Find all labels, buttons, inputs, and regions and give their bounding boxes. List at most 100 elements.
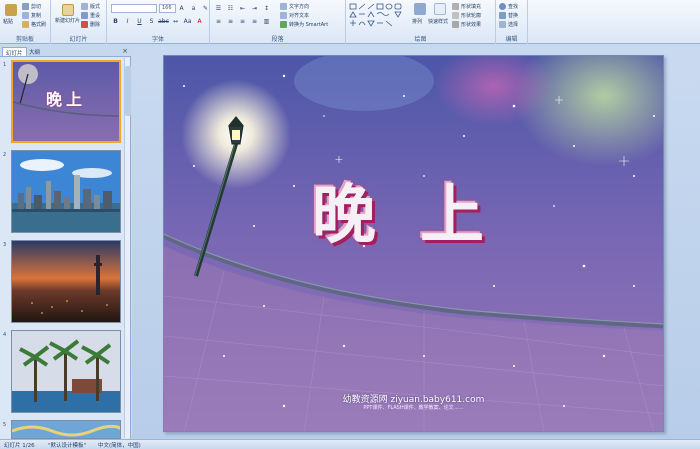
fill-icon — [452, 3, 459, 10]
thumb-number: 5 — [3, 422, 7, 428]
shape-fill-button[interactable]: 形状填充 — [452, 3, 481, 10]
clipboard-group: 粘贴 剪切 复制 格式刷 剪贴板 — [0, 0, 51, 44]
drawing-group-label: 绘图 — [414, 36, 427, 43]
status-bar: 幻灯片 1/26 "默认设计模板" 中文(简体，中国) — [0, 439, 700, 449]
cut-button[interactable]: 剪切 — [22, 3, 41, 10]
new-slide-button[interactable]: 新建幻灯片 — [55, 18, 81, 24]
shadow-icon[interactable]: S — [147, 17, 156, 26]
columns-icon[interactable]: ▥ — [262, 17, 271, 26]
arrange-icon[interactable] — [414, 3, 426, 15]
thumb-palm-trees-image — [12, 331, 120, 412]
slide-position: 幻灯片 1/26 — [4, 443, 35, 449]
copy-button[interactable]: 复制 — [22, 12, 41, 19]
slide-canvas: 晚上 幼教资源网 ziyuan.baby611.com PPT课件、FLASH课… — [132, 46, 700, 439]
font-name-input[interactable] — [111, 4, 157, 13]
brush-icon — [22, 21, 29, 28]
thumb-number: 4 — [3, 332, 7, 338]
quick-styles-label: 快速样式 — [428, 19, 449, 25]
list-tools: ☰ ☷ ⇤ ⇥ ↕ — [214, 4, 271, 13]
slide-thumbnail-3[interactable] — [11, 240, 121, 323]
smartart-button[interactable]: 转换为 SmartArt — [280, 21, 328, 28]
grow-font-icon[interactable]: A — [177, 4, 186, 13]
text-direction-icon — [280, 3, 287, 10]
paste-icon[interactable] — [5, 4, 17, 16]
slide-thumbnail-4[interactable] — [11, 330, 121, 413]
ribbon: 粘贴 剪切 复制 格式刷 剪贴板 新建幻灯片 版式 重设 删除 幻灯片 166 … — [0, 0, 700, 44]
close-icon[interactable]: × — [122, 47, 128, 55]
paragraph-group-label: 段落 — [271, 36, 284, 43]
current-slide[interactable]: 晚上 幼教资源网 ziyuan.baby611.com PPT课件、FLASH课… — [163, 55, 664, 432]
align-left-icon[interactable]: ≡ — [214, 17, 223, 26]
change-case-icon[interactable]: Aa — [183, 17, 192, 26]
new-slide-label: 新建幻灯片 — [55, 18, 81, 24]
paste-button[interactable]: 粘贴 — [3, 18, 13, 25]
slide-title[interactable]: 晚上 — [312, 164, 528, 256]
shapes-gallery[interactable] — [349, 3, 409, 29]
align-text-button[interactable]: 对齐文本 — [280, 12, 309, 19]
slide-thumbnail-5[interactable] — [11, 420, 121, 439]
slide-thumbnail-1[interactable]: 晚上 — [11, 60, 121, 143]
spacing-icon[interactable]: ↔ — [171, 17, 180, 26]
align-text-label: 对齐文本 — [289, 13, 310, 19]
shape-outline-button[interactable]: 形状轮廓 — [452, 12, 481, 19]
bullets-icon[interactable]: ☰ — [214, 4, 223, 13]
thumb-title: 晚上 — [46, 90, 87, 109]
panel-scrollbar[interactable] — [124, 58, 131, 438]
scissors-icon — [22, 3, 29, 10]
strikethrough-icon[interactable]: abc — [158, 17, 169, 26]
format-painter-button[interactable]: 格式刷 — [22, 21, 46, 28]
tab-slides[interactable]: 幻灯片 — [2, 47, 27, 57]
outline-icon — [452, 12, 459, 19]
slide-thumbnail-2[interactable] — [11, 150, 121, 233]
replace-button[interactable]: 替换 — [499, 12, 518, 19]
font-color-icon[interactable]: A — [195, 17, 204, 26]
format-painter-label: 格式刷 — [31, 22, 47, 28]
thumb-partial-image — [12, 421, 120, 438]
cut-label: 剪切 — [31, 4, 42, 10]
shape-effects-label: 形状效果 — [461, 22, 482, 28]
align-right-icon[interactable]: ≡ — [238, 17, 247, 26]
arrange-button[interactable]: 排列 — [412, 18, 422, 25]
find-button[interactable]: 查找 — [499, 3, 518, 10]
numbering-icon[interactable]: ☷ — [226, 4, 235, 13]
line-spacing-icon[interactable]: ↕ — [262, 4, 271, 13]
shape-effects-button[interactable]: 形状效果 — [452, 21, 481, 28]
underline-icon[interactable]: U — [135, 17, 144, 26]
shrink-font-icon[interactable]: a — [189, 4, 198, 13]
font-style-tools: B I U S abc ↔ Aa A — [111, 17, 204, 26]
replace-icon — [499, 12, 506, 19]
align-center-icon[interactable]: ≡ — [226, 17, 235, 26]
scrollbar-thumb[interactable] — [125, 66, 131, 116]
delete-slide-button[interactable]: 删除 — [81, 21, 100, 28]
font-size-input[interactable]: 166 — [159, 4, 176, 13]
clear-format-icon[interactable]: ✎ — [201, 4, 210, 13]
shape-fill-label: 形状填充 — [461, 4, 482, 10]
reset-button[interactable]: 重设 — [81, 12, 100, 19]
layout-icon — [81, 3, 88, 10]
bold-icon[interactable]: B — [111, 17, 120, 26]
select-button[interactable]: 选择 — [499, 21, 518, 28]
copy-icon — [22, 12, 29, 19]
italic-icon[interactable]: I — [123, 17, 132, 26]
increase-indent-icon[interactable]: ⇥ — [250, 4, 259, 13]
quick-styles-icon[interactable] — [434, 3, 446, 15]
new-slide-icon[interactable] — [62, 4, 74, 16]
select-label: 选择 — [508, 22, 519, 28]
delete-icon — [81, 21, 88, 28]
copy-label: 复制 — [31, 13, 42, 19]
slides-group: 新建幻灯片 版式 重设 删除 幻灯片 — [51, 0, 107, 44]
justify-icon[interactable]: ≡ — [250, 17, 259, 26]
paste-label: 粘贴 — [3, 19, 14, 25]
thumb-sunset-city-image — [12, 241, 120, 322]
tab-outline[interactable]: 大纲 — [26, 47, 43, 56]
decrease-indent-icon[interactable]: ⇤ — [238, 4, 247, 13]
panel-tabs: 幻灯片 大纲 × — [0, 46, 131, 57]
quick-styles-button[interactable]: 快速样式 — [428, 18, 448, 25]
layout-button[interactable]: 版式 — [81, 3, 100, 10]
text-direction-button[interactable]: 文字方向 — [280, 3, 309, 10]
shape-outline-label: 形状轮廓 — [461, 13, 482, 19]
font-group: 166 Aa ✎ B I U S abc ↔ Aa A 字体 — [107, 0, 210, 44]
language-indicator[interactable]: 中文(简体，中国) — [98, 441, 141, 449]
find-icon — [499, 3, 506, 10]
drawing-group: 排列 快速样式 形状填充 形状轮廓 形状效果 绘图 — [346, 0, 496, 44]
